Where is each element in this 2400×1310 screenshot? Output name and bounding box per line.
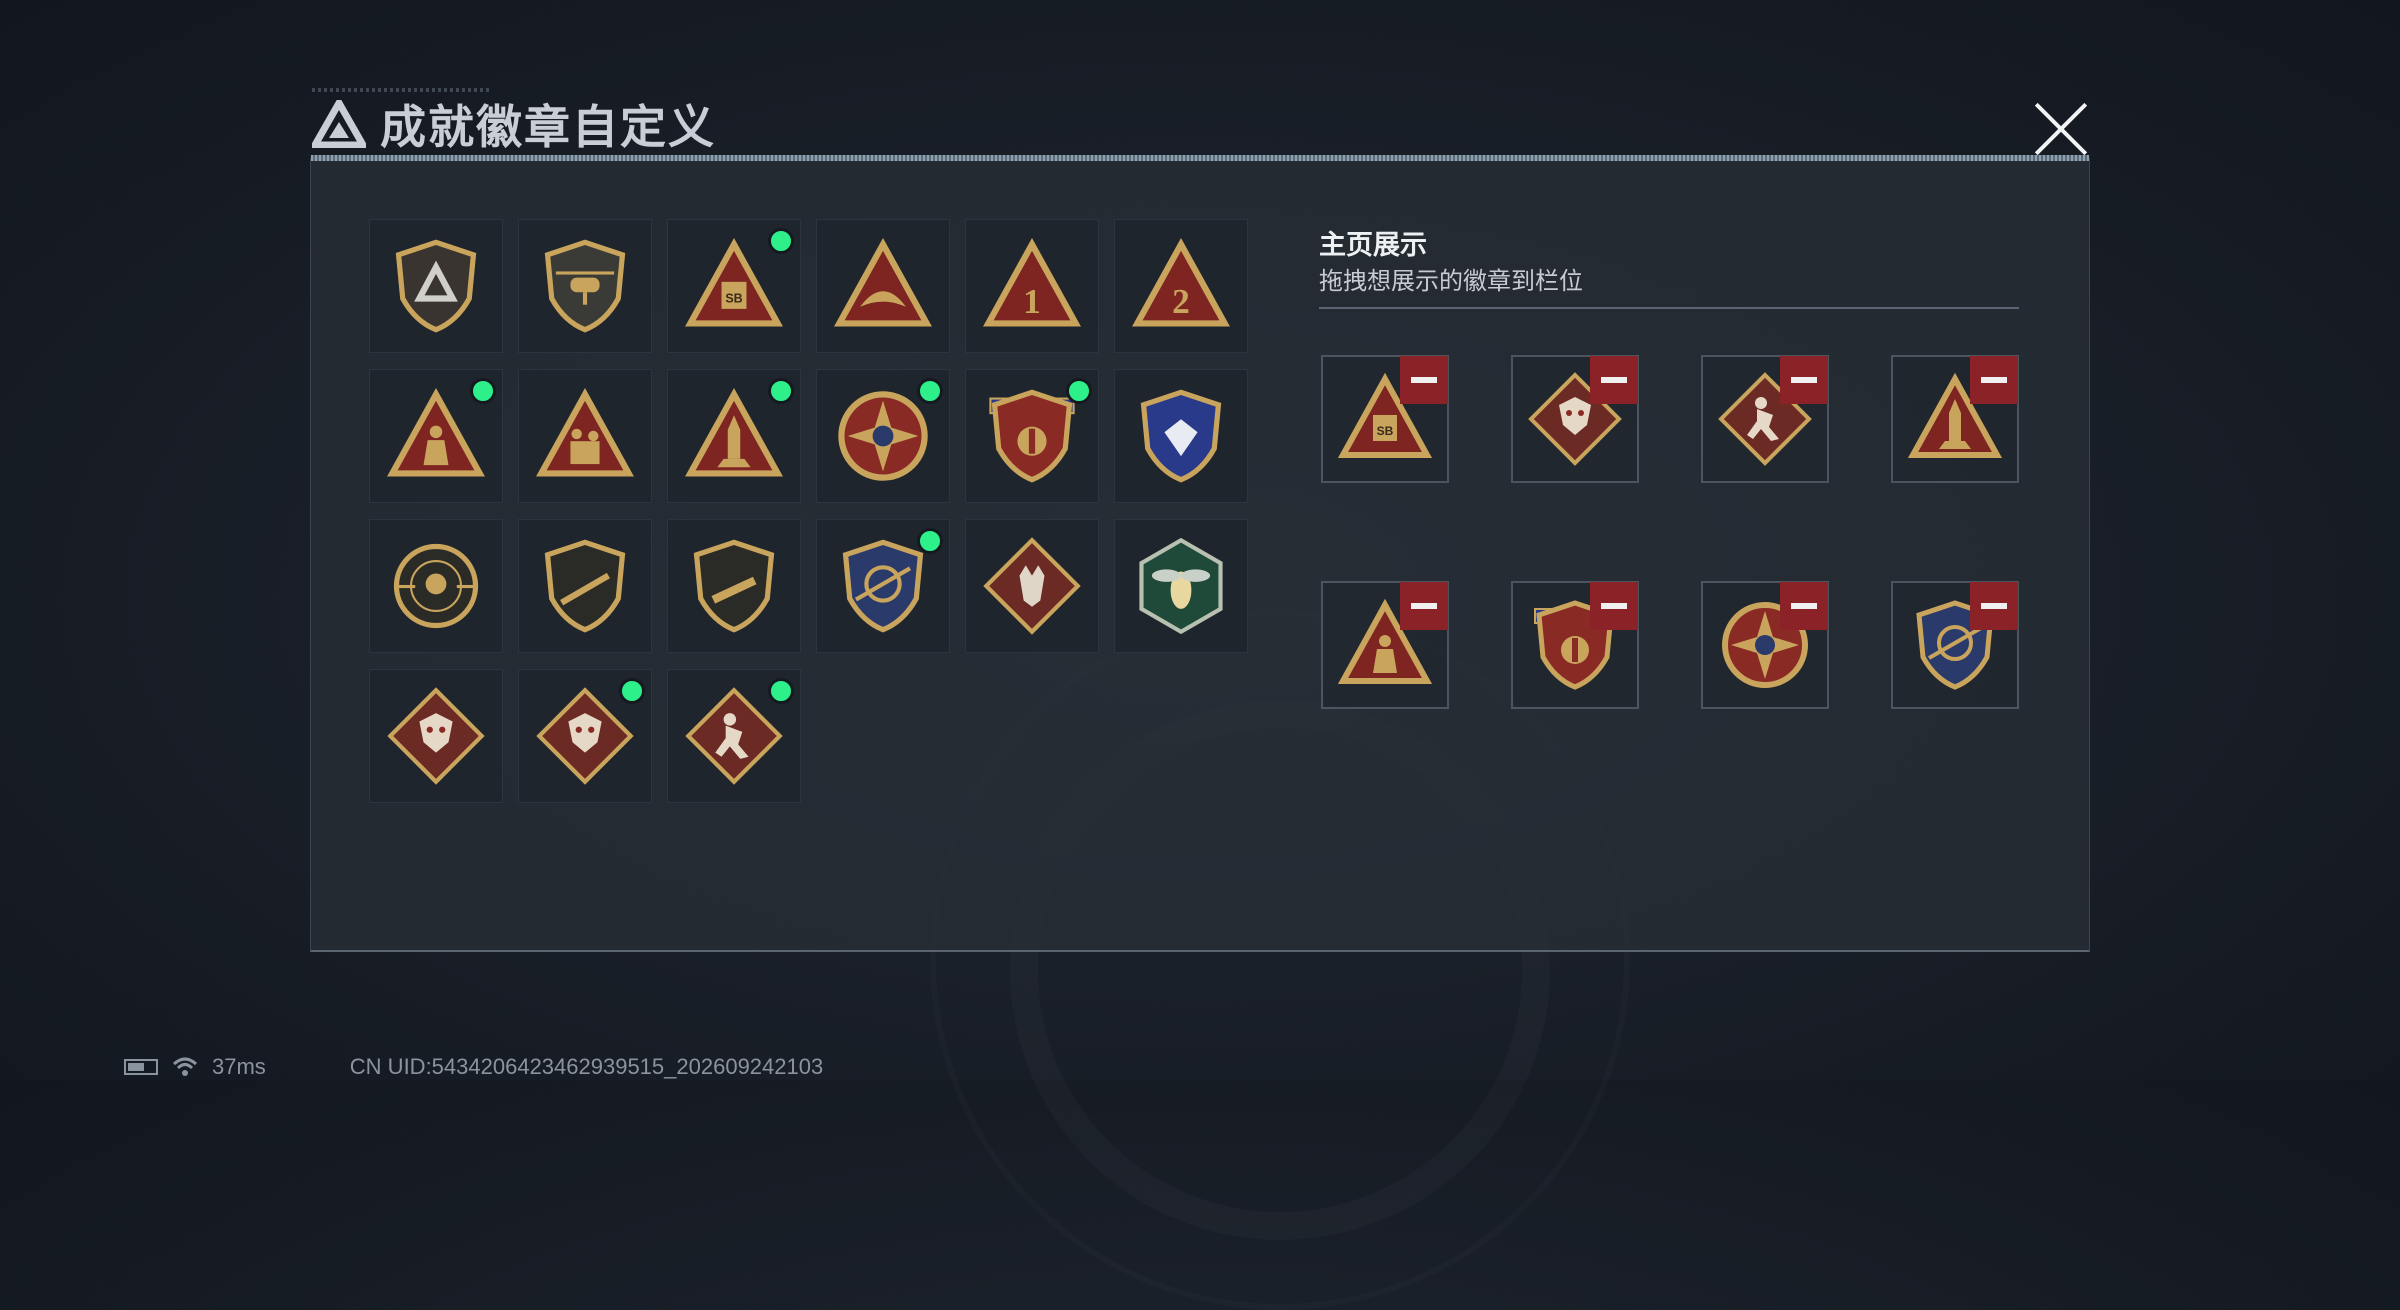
minus-icon xyxy=(1601,603,1627,609)
badge-cell[interactable] xyxy=(816,369,950,503)
helicopter-badge-icon xyxy=(544,239,626,333)
badge-cell[interactable] xyxy=(369,369,503,503)
wifi-icon xyxy=(172,1057,198,1076)
svg-text:SB: SB xyxy=(1377,424,1394,438)
badge-cell[interactable] xyxy=(667,519,801,653)
uid-text: CN UID:5434206423462939515_202609242103 xyxy=(349,1054,824,1079)
new-indicator-dot xyxy=(619,678,645,704)
remove-badge-button[interactable] xyxy=(1970,356,2018,404)
badge-cell[interactable] xyxy=(816,219,950,353)
badge-cell[interactable]: 1 xyxy=(965,219,1099,353)
remove-badge-button[interactable] xyxy=(1780,582,1828,630)
number-1-triangle-badge-icon: 1 xyxy=(983,237,1081,327)
badge-cell[interactable] xyxy=(518,219,652,353)
skull-crosshair-badge-icon xyxy=(393,543,479,629)
minus-icon xyxy=(1411,377,1437,383)
showcase-divider xyxy=(1319,307,2019,309)
badge-cell[interactable] xyxy=(369,519,503,653)
badge-cell[interactable] xyxy=(667,669,801,803)
badge-cell[interactable] xyxy=(518,669,652,803)
logo-icon xyxy=(312,100,366,148)
showcase-subtitle: 拖拽想展示的徽章到栏位 xyxy=(1319,268,1583,295)
remove-badge-button[interactable] xyxy=(1400,356,1448,404)
remove-badge-button[interactable] xyxy=(1590,582,1638,630)
new-indicator-dot xyxy=(768,678,794,704)
svg-text:SB: SB xyxy=(725,292,742,306)
badge-panel: SB 1 2 主页展示 拖拽想展示的徽章到栏位 SB xyxy=(310,155,2090,952)
badge-cell[interactable] xyxy=(667,369,801,503)
page-title: 成就徽章自定义 xyxy=(380,101,716,153)
minus-icon xyxy=(1601,377,1627,383)
svg-text:1: 1 xyxy=(1023,281,1041,321)
number-2-triangle-badge-icon: 2 xyxy=(1132,237,1230,327)
minus-icon xyxy=(1411,603,1437,609)
badge-cell[interactable] xyxy=(965,519,1099,653)
new-indicator-dot xyxy=(768,228,794,254)
wing-triangle-badge-icon xyxy=(834,237,932,327)
showcase-slot[interactable] xyxy=(1891,581,2019,709)
new-indicator-dot xyxy=(1066,378,1092,404)
badge-cell[interactable]: SB xyxy=(667,219,801,353)
smg-shield-badge-icon xyxy=(693,539,775,633)
new-indicator-dot xyxy=(768,378,794,404)
showcase-slot[interactable] xyxy=(1701,355,1829,483)
status-bar: 37ms CN UID:5434206423462939515_20260924… xyxy=(124,1054,823,1080)
showcase-slot[interactable] xyxy=(1701,581,1829,709)
badge-cell[interactable]: 2 xyxy=(1114,219,1248,353)
minus-icon xyxy=(1981,603,2007,609)
showcase-slot[interactable] xyxy=(1511,355,1639,483)
ping-text: 37ms xyxy=(212,1054,266,1079)
badge-cell[interactable] xyxy=(816,519,950,653)
remove-badge-button[interactable] xyxy=(1780,356,1828,404)
remove-badge-button[interactable] xyxy=(1400,582,1448,630)
battery-icon xyxy=(124,1059,158,1075)
wolf-diamond-badge-icon xyxy=(983,537,1081,635)
title-bar: 成就徽章自定义 xyxy=(312,92,716,156)
diamond-gem-badge-icon xyxy=(1140,389,1222,483)
remove-badge-button[interactable] xyxy=(1590,356,1638,404)
showcase-slot[interactable] xyxy=(1321,581,1449,709)
badge-cell[interactable] xyxy=(518,369,652,503)
remove-badge-button[interactable] xyxy=(1970,582,2018,630)
rifle-shield-badge-icon xyxy=(544,539,626,633)
showcase-slot[interactable] xyxy=(1511,581,1639,709)
badge-cell[interactable] xyxy=(518,519,652,653)
badge-cell[interactable] xyxy=(369,669,503,803)
minus-icon xyxy=(1791,603,1817,609)
new-indicator-dot xyxy=(917,528,943,554)
new-indicator-dot xyxy=(917,378,943,404)
close-button[interactable] xyxy=(2030,98,2092,160)
badge-cell[interactable] xyxy=(965,369,1099,503)
shield-logo-badge-icon xyxy=(395,239,477,333)
showcase-slot[interactable]: SB xyxy=(1321,355,1449,483)
badge-cell[interactable] xyxy=(1114,519,1248,653)
badge-cell[interactable] xyxy=(369,219,503,353)
svg-text:2: 2 xyxy=(1172,281,1190,321)
soldiers-triangle-badge-icon xyxy=(536,387,634,477)
dragon-diamond-badge-icon xyxy=(387,687,485,785)
minus-icon xyxy=(1791,377,1817,383)
new-indicator-dot xyxy=(470,378,496,404)
badge-cell[interactable] xyxy=(1114,369,1248,503)
showcase-title: 主页展示 xyxy=(1319,230,1427,260)
hornet-hexagon-badge-icon xyxy=(1139,537,1223,635)
minus-icon xyxy=(1981,377,2007,383)
showcase-slot[interactable] xyxy=(1891,355,2019,483)
panel-top-border xyxy=(311,155,2089,161)
